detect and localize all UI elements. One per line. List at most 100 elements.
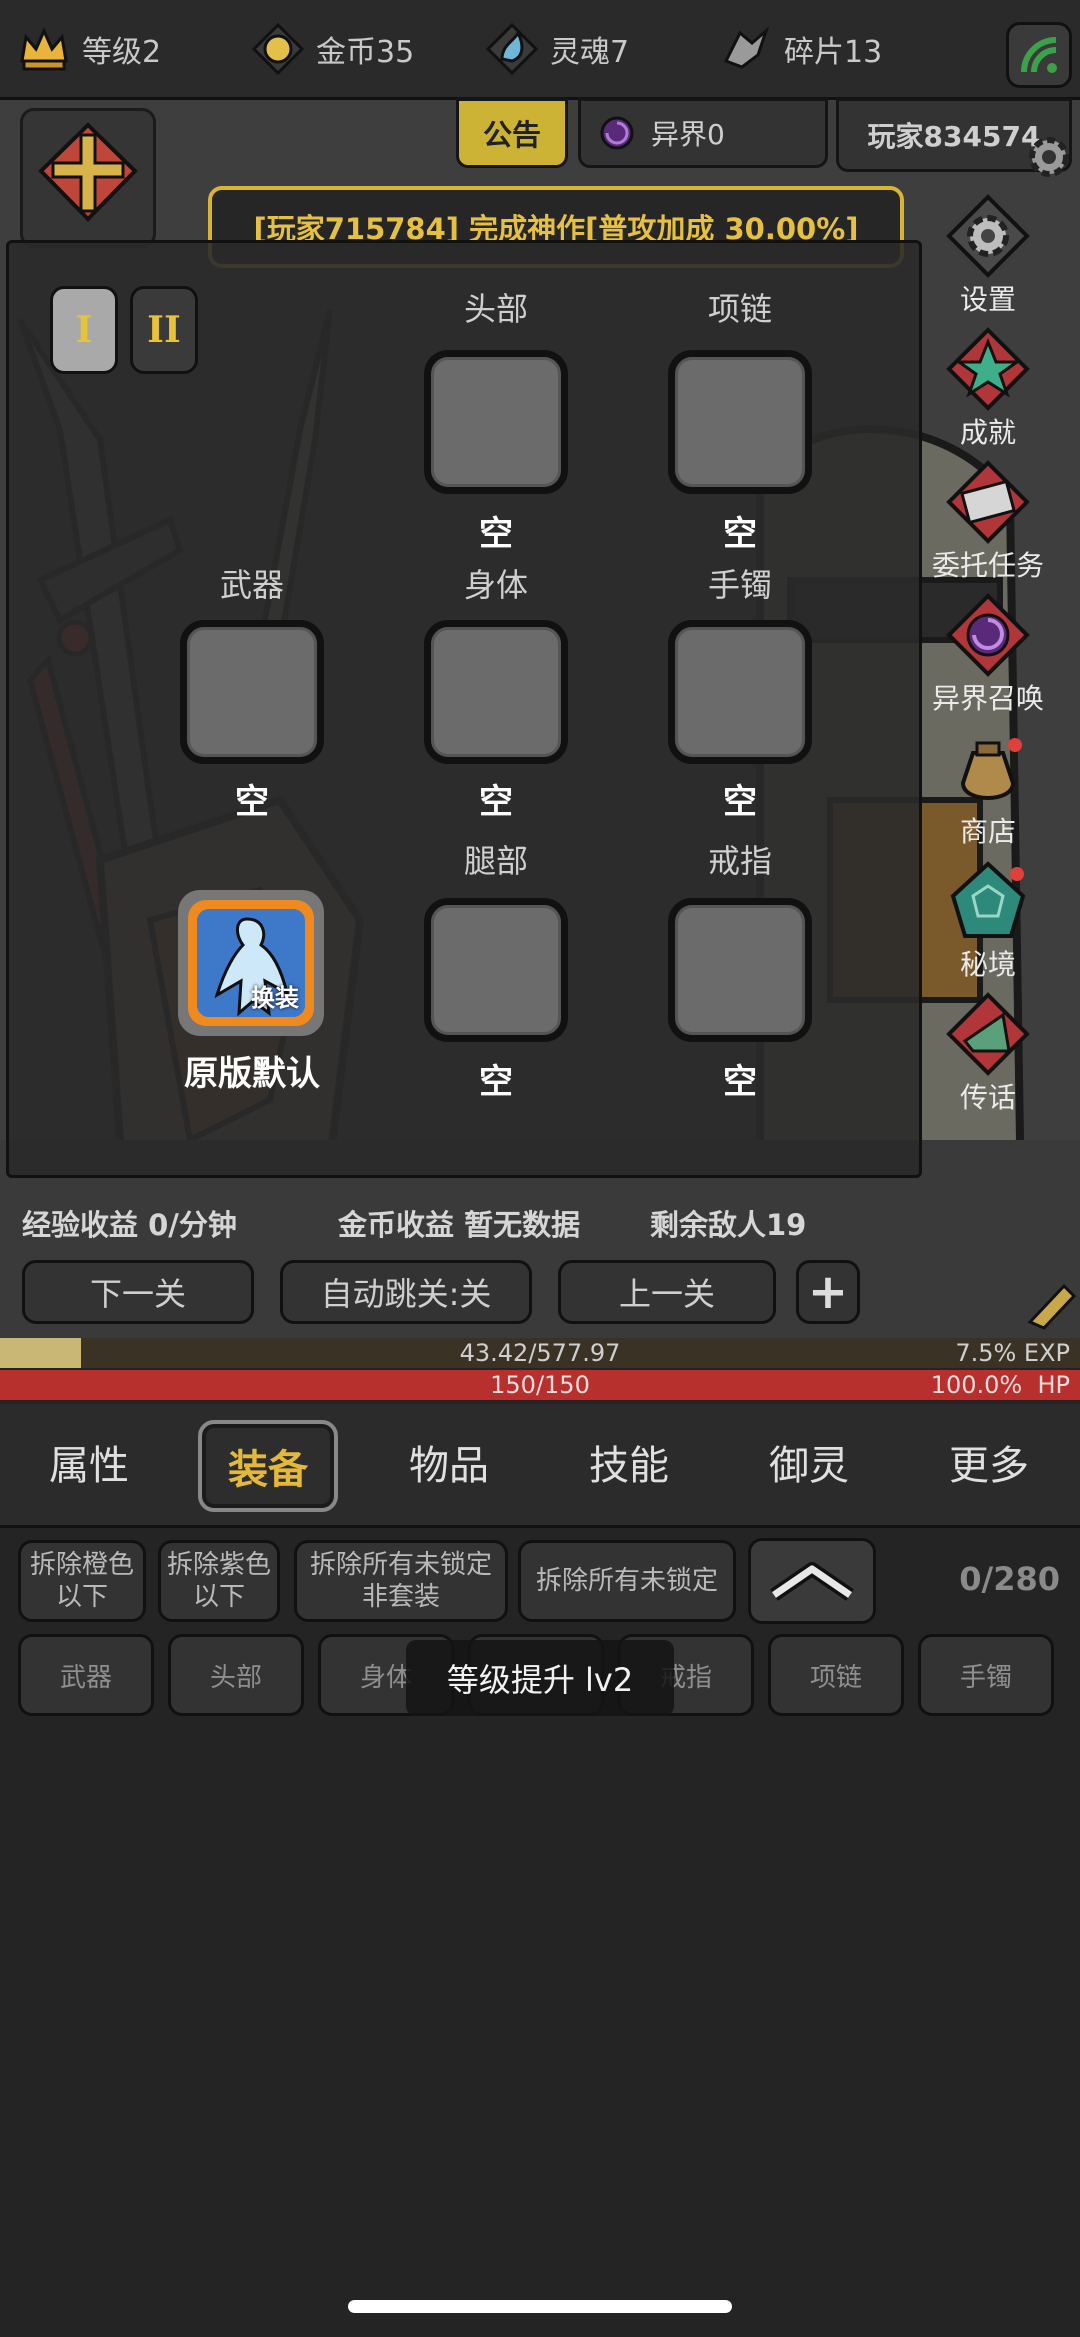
legs-slot[interactable] xyxy=(424,898,568,1042)
bracelet-slot-label: 手镯 xyxy=(707,566,772,604)
left-menu-card[interactable] xyxy=(20,108,156,248)
tab-more[interactable]: 更多 xyxy=(914,1404,1064,1528)
fragment-resource: 碎片13 xyxy=(716,11,950,87)
weapon-slot-label: 武器 xyxy=(219,566,284,604)
enemies-left: 剩余敌人19 xyxy=(650,1208,807,1242)
hp-percent: 100.0% HP xyxy=(930,1371,1070,1399)
main-tab-bar: 属性 装备 物品 技能 御灵 更多 xyxy=(0,1404,1080,1528)
collapse-button[interactable] xyxy=(748,1538,876,1624)
ring-slot[interactable] xyxy=(668,898,812,1042)
tab-skills[interactable]: 技能 xyxy=(554,1404,704,1528)
dismantle-unlocked-nonset-button[interactable]: 拆除所有未锁定 非套装 xyxy=(294,1540,508,1622)
body-slot-label: 身体 xyxy=(463,566,528,604)
shop-label: 商店 xyxy=(959,815,1016,848)
wing-icon[interactable] xyxy=(1024,1278,1080,1334)
summon-menu-item[interactable]: 异界召唤 xyxy=(918,587,1058,720)
level-up-toast: 等级提升 lv2 xyxy=(406,1640,674,1716)
level-resource: 等级2 xyxy=(14,11,248,87)
auto-skip-toggle[interactable]: 自动跳关:关 xyxy=(280,1260,532,1324)
filter-weapon[interactable]: 武器 xyxy=(18,1634,154,1716)
achievements-menu-item[interactable]: 成就 xyxy=(918,321,1058,454)
body-slot[interactable] xyxy=(424,620,568,764)
pouch-icon xyxy=(938,720,1038,816)
commission-menu-item[interactable]: 委托任务 xyxy=(918,454,1058,587)
filter-head[interactable]: 头部 xyxy=(168,1634,304,1716)
soul-text: 灵魂7 xyxy=(550,34,630,70)
gold-text: 金币35 xyxy=(316,34,415,70)
tab-items[interactable]: 物品 xyxy=(374,1404,524,1528)
signal-icon xyxy=(1021,37,1057,73)
gold-resource: 金币35 xyxy=(248,11,482,87)
soul-icon xyxy=(482,19,542,79)
previous-stage-button[interactable]: 上一关 xyxy=(558,1260,776,1324)
tab-equipment[interactable]: 装备 xyxy=(198,1420,338,1512)
chevron-up-icon xyxy=(770,1562,854,1601)
next-stage-button[interactable]: 下一关 xyxy=(22,1260,254,1324)
outfit-name: 原版默认 xyxy=(184,1054,320,1094)
weapon-slot[interactable] xyxy=(180,620,324,764)
tab-attributes[interactable]: 属性 xyxy=(14,1404,164,1528)
star-icon xyxy=(938,321,1038,417)
outfit-slot[interactable]: 换装 xyxy=(178,890,324,1036)
fragment-icon xyxy=(716,19,776,79)
exp-value: 43.42/577.97 xyxy=(459,1339,621,1367)
hp-bar: 150/150 100.0% HP xyxy=(0,1370,1080,1400)
network-status-button[interactable] xyxy=(1006,22,1072,88)
cross-emblem-icon xyxy=(38,122,138,222)
body-slot-state: 空 xyxy=(479,782,513,822)
add-button[interactable]: + xyxy=(796,1260,860,1324)
settings-label: 设置 xyxy=(959,283,1016,316)
settings-gear-icon xyxy=(938,188,1038,284)
achievements-label: 成就 xyxy=(959,416,1016,449)
head-slot-label: 头部 xyxy=(463,290,528,328)
secret-realm-menu-item[interactable]: 秘境 xyxy=(918,853,1058,986)
crown-icon xyxy=(14,19,74,79)
settings-menu-item[interactable]: 设置 xyxy=(918,188,1058,321)
vortex-icon xyxy=(938,587,1038,683)
necklace-slot[interactable] xyxy=(668,350,812,494)
horn-icon xyxy=(938,986,1038,1082)
dismantle-below-purple-button[interactable]: 拆除紫色 以下 xyxy=(158,1540,280,1622)
necklace-slot-state: 空 xyxy=(723,514,757,554)
filter-necklace[interactable]: 项链 xyxy=(768,1634,904,1716)
weapon-slot-state: 空 xyxy=(235,782,269,822)
legs-slot-state: 空 xyxy=(479,1062,513,1102)
otherworld-tab[interactable]: 异界0 xyxy=(578,98,828,168)
shop-menu-item[interactable]: 商店 xyxy=(918,720,1058,853)
gold-income: 金币收益 暂无数据 xyxy=(338,1208,581,1242)
level-text: 等级2 xyxy=(82,34,162,70)
exp-percent: 7.5% EXP xyxy=(955,1339,1070,1367)
bracelet-slot[interactable] xyxy=(668,620,812,764)
gear-icon[interactable] xyxy=(1022,130,1076,184)
fragment-text: 碎片13 xyxy=(784,34,883,70)
message-menu-item[interactable]: 传话 xyxy=(918,986,1058,1119)
rune-stone-icon xyxy=(938,853,1038,949)
exp-income: 经验收益 0/分钟 xyxy=(22,1208,237,1242)
soul-resource: 灵魂7 xyxy=(482,11,716,87)
head-slot[interactable] xyxy=(424,350,568,494)
message-label: 传话 xyxy=(959,1081,1016,1114)
ring-slot-label: 戒指 xyxy=(707,842,772,880)
equip-page-1-button[interactable]: I xyxy=(50,286,118,374)
secret-realm-label: 秘境 xyxy=(959,948,1016,981)
inventory-capacity: 0/280 xyxy=(959,1560,1060,1598)
coin-icon xyxy=(248,19,308,79)
equip-page-2-button[interactable]: II xyxy=(130,286,198,374)
portal-icon xyxy=(600,116,634,150)
outfit-badge: 换装 xyxy=(251,984,299,1012)
side-menu: 设置 成就 委托任务 异界召唤 商店 秘境 传话 xyxy=(918,188,1058,1148)
tab-spirits[interactable]: 御灵 xyxy=(734,1404,884,1528)
ring-slot-state: 空 xyxy=(723,1062,757,1102)
exp-bar: 43.42/577.97 7.5% EXP xyxy=(0,1338,1080,1368)
bracelet-slot-state: 空 xyxy=(723,782,757,822)
dismantle-all-unlocked-button[interactable]: 拆除所有未锁定 xyxy=(518,1540,736,1622)
notice-tab[interactable]: 公告 xyxy=(456,98,568,168)
hp-value: 150/150 xyxy=(490,1371,590,1399)
resource-bar: 等级2 金币35 灵魂7 碎片13 xyxy=(0,0,1080,100)
head-slot-state: 空 xyxy=(479,514,513,554)
dismantle-below-orange-button[interactable]: 拆除橙色 以下 xyxy=(18,1540,146,1622)
otherworld-count: 异界0 xyxy=(651,118,725,151)
filter-bracelet[interactable]: 手镯 xyxy=(918,1634,1054,1716)
summon-label: 异界召唤 xyxy=(931,682,1044,715)
home-indicator[interactable] xyxy=(348,2300,732,2313)
